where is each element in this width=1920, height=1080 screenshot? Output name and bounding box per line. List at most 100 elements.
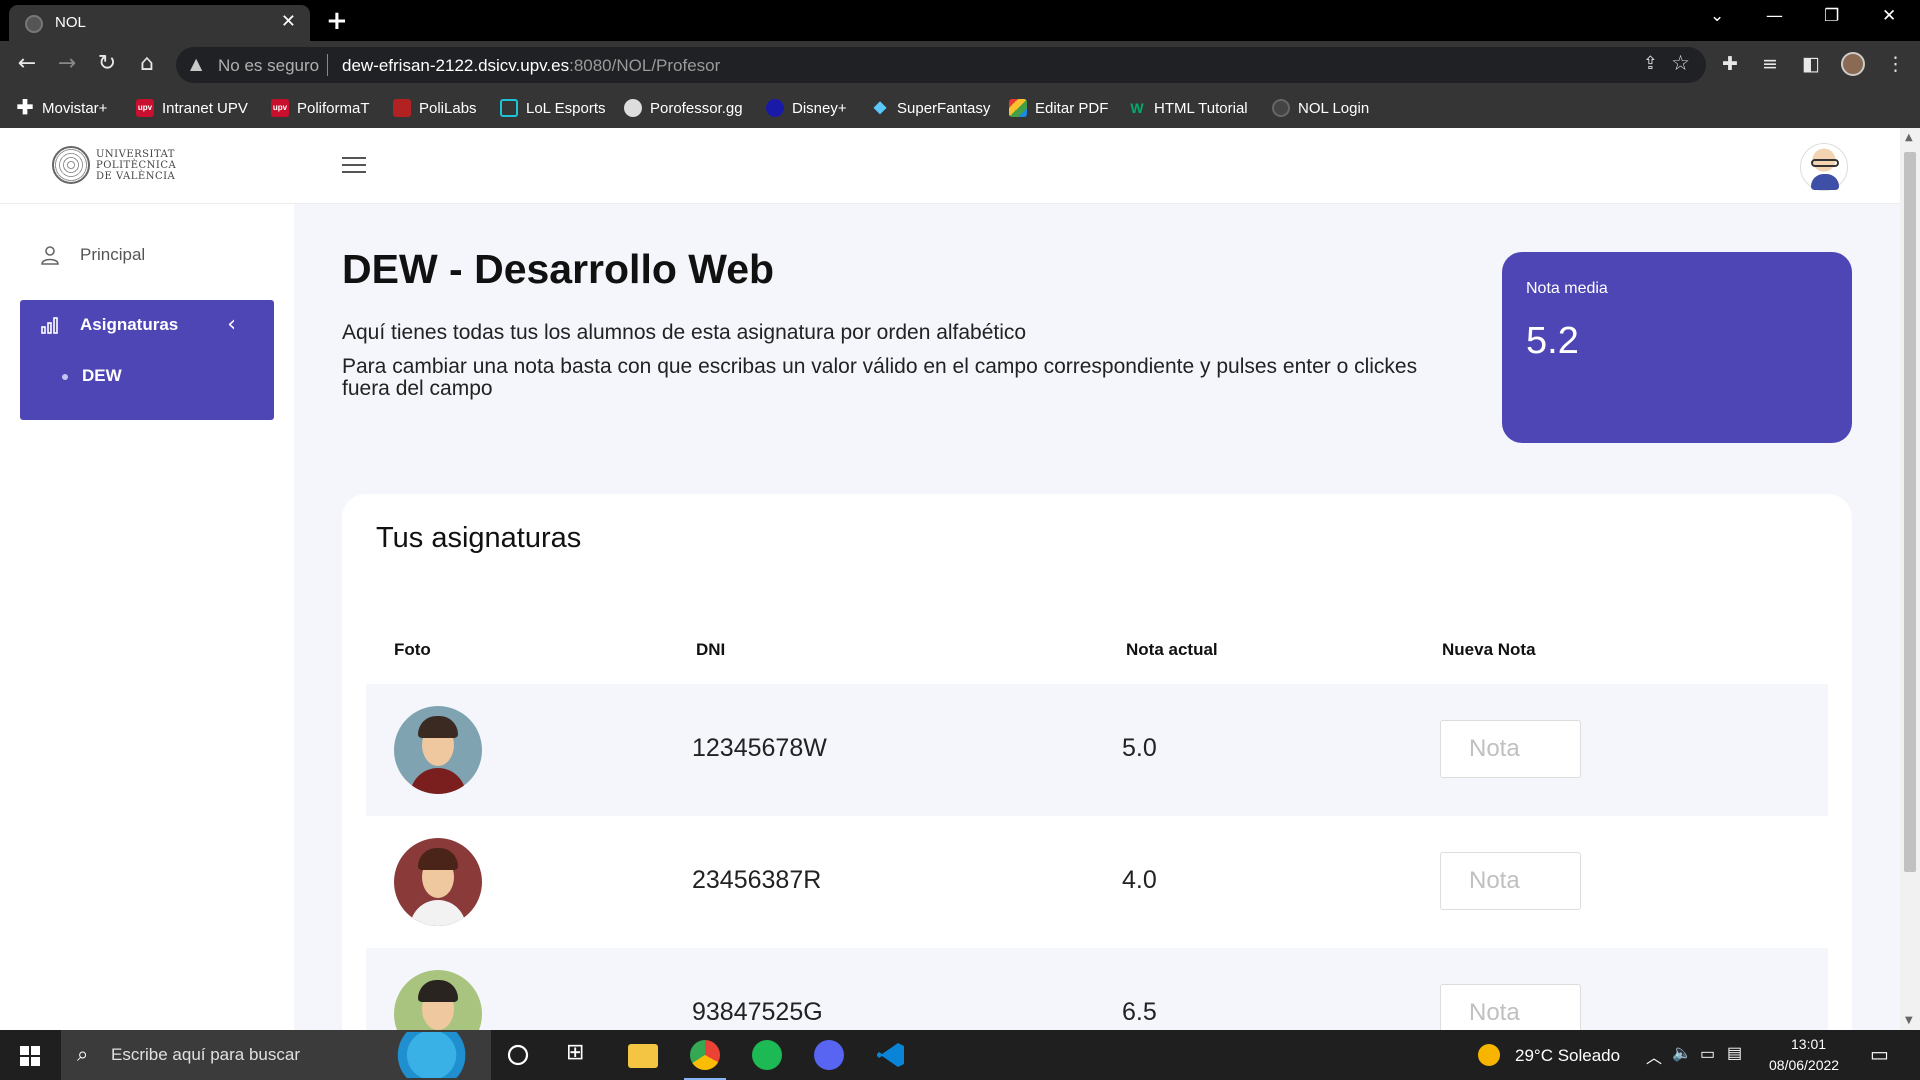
vscode-icon[interactable] xyxy=(876,1040,906,1070)
reload-icon[interactable]: ↻ xyxy=(93,50,121,78)
new-tab-button[interactable]: + xyxy=(326,6,348,36)
network-icon[interactable]: ▤ xyxy=(1727,1043,1742,1063)
bookmark-star-icon[interactable]: ☆ xyxy=(1671,51,1690,75)
bookmark-label: Disney+ xyxy=(792,99,847,117)
back-icon[interactable]: ← xyxy=(13,50,41,78)
bookmark-item[interactable]: LoL Esports xyxy=(500,97,606,119)
avatar-torso xyxy=(410,768,466,794)
bookmark-item[interactable]: Disney+ xyxy=(766,97,847,119)
nol-favicon-icon xyxy=(25,15,43,33)
bookmark-label: Editar PDF xyxy=(1035,99,1109,117)
tray-chevron-icon[interactable]: ︿ xyxy=(1646,1044,1662,1068)
avatar-hair xyxy=(418,980,458,1002)
notifications-icon[interactable]: ▭ xyxy=(1870,1042,1889,1067)
lol-icon xyxy=(500,99,518,117)
description-line: Para cambiar una nota basta con que escr… xyxy=(342,355,1418,400)
user-avatar[interactable] xyxy=(1800,143,1848,191)
column-header: DNI xyxy=(696,640,726,659)
polilabs-icon xyxy=(393,99,411,117)
spotify-icon[interactable] xyxy=(752,1040,782,1070)
nueva-nota-input[interactable] xyxy=(1440,852,1581,910)
avatar-body xyxy=(1811,174,1839,190)
url-text[interactable]: dew-efrisan-2122.dsicv.upv.es:8080/NOL/P… xyxy=(342,56,720,76)
pdf-icon xyxy=(1009,99,1027,117)
bookmark-label: Intranet UPV xyxy=(162,99,248,117)
app-header: UNIVERSITAT POLITÈCNICA DE VALÈNCIA xyxy=(0,128,1900,204)
warning-icon[interactable]: ▲ xyxy=(190,54,202,73)
home-icon[interactable]: ⌂ xyxy=(133,50,161,78)
close-tab-icon[interactable]: ✕ xyxy=(281,11,296,32)
upv-icon: upv xyxy=(136,99,154,117)
extensions-icon[interactable]: ✚ xyxy=(1722,53,1738,75)
logo-line: DE VALÈNCIA xyxy=(96,170,176,182)
bookmark-label: Movistar+ xyxy=(42,99,108,117)
restore-button[interactable]: ❐ xyxy=(1824,6,1839,26)
bookmark-item[interactable]: NOL Login xyxy=(1272,97,1369,119)
nota-media-value: 5.2 xyxy=(1526,320,1579,362)
sidebar-item-label: Asignaturas xyxy=(80,315,179,334)
minimize-button[interactable]: — xyxy=(1766,6,1783,26)
student-photo xyxy=(394,706,482,794)
bookmark-item[interactable]: W HTML Tutorial xyxy=(1128,97,1247,119)
task-view-icon[interactable]: ⊞ xyxy=(566,1040,596,1070)
page-scrollbar[interactable]: ▲ ▼ xyxy=(1900,128,1920,1030)
volume-icon[interactable]: 🔈 xyxy=(1672,1043,1692,1063)
dni-cell: 23456387R xyxy=(692,866,822,894)
dni-cell: 93847525G xyxy=(692,998,823,1026)
table-title: Tus asignaturas xyxy=(376,522,582,554)
bookmark-item[interactable]: PoliLabs xyxy=(393,97,477,119)
column-header: Nota actual xyxy=(1126,640,1218,659)
w3-icon: W xyxy=(1130,100,1144,116)
hamburger-menu-icon[interactable] xyxy=(342,157,366,175)
sun-icon[interactable] xyxy=(1478,1044,1500,1066)
windows-start-icon[interactable] xyxy=(20,1046,40,1066)
side-panel-icon[interactable]: ◧ xyxy=(1802,53,1820,75)
clock-time[interactable]: 13:01 xyxy=(1791,1036,1826,1052)
share-icon[interactable]: ⇪ xyxy=(1643,53,1658,74)
security-label[interactable]: No es seguro xyxy=(218,56,319,76)
bookmark-item[interactable]: Porofessor.gg xyxy=(624,97,743,119)
web-page: UNIVERSITAT POLITÈCNICA DE VALÈNCIA Prin… xyxy=(0,128,1900,1030)
nueva-nota-input[interactable] xyxy=(1440,720,1581,778)
forward-icon[interactable]: → xyxy=(53,50,81,78)
address-bar[interactable]: ▲ No es seguro dew-efrisan-2122.dsicv.up… xyxy=(176,47,1706,83)
sidebar-item-principal[interactable]: Principal xyxy=(20,230,274,280)
weather-text[interactable]: 29°C Soleado xyxy=(1515,1046,1620,1066)
chevron-left-icon[interactable]: ‹ xyxy=(227,312,236,337)
bookmark-item[interactable]: upv Intranet UPV xyxy=(136,97,248,119)
profile-avatar[interactable] xyxy=(1841,52,1865,76)
bookmark-item[interactable]: upv PoliformaT xyxy=(271,97,370,119)
chrome-icon[interactable] xyxy=(684,1040,726,1080)
sidebar-subitem-dew[interactable]: DEW xyxy=(62,366,122,386)
upv-logo[interactable]: UNIVERSITAT POLITÈCNICA DE VALÈNCIA xyxy=(52,146,176,184)
scroll-down-icon[interactable]: ▼ xyxy=(1905,1015,1913,1026)
avatar-hair xyxy=(418,716,458,738)
tab-title: NOL xyxy=(55,14,86,31)
bookmark-item[interactable]: ◆ SuperFantasy xyxy=(871,97,991,119)
taskbar-search[interactable]: ⌕ Escribe aquí para buscar xyxy=(61,1030,491,1080)
student-photo xyxy=(394,970,482,1030)
avatar-torso xyxy=(410,900,466,926)
discord-icon[interactable] xyxy=(814,1040,844,1070)
menu-kebab-icon[interactable]: ⋮ xyxy=(1886,53,1905,75)
clock-date[interactable]: 08/06/2022 xyxy=(1769,1057,1839,1073)
nota-actual-cell: 5.0 xyxy=(1122,734,1157,762)
tab-nol[interactable]: NOL ✕ xyxy=(9,5,310,41)
nueva-nota-input[interactable] xyxy=(1440,984,1581,1030)
bookmark-item[interactable]: Editar PDF xyxy=(1009,97,1108,119)
browser-tabstrip: NOL ✕ + ⌄ — ❐ ✕ xyxy=(0,0,1920,41)
bookmark-item[interactable]: ✚ Movistar+ xyxy=(16,97,108,119)
battery-icon[interactable]: ▭ xyxy=(1700,1044,1715,1064)
student-photo xyxy=(394,838,482,926)
table-row: 93847525G 6.5 xyxy=(366,948,1828,1030)
scroll-up-icon[interactable]: ▲ xyxy=(1905,132,1913,143)
disney-icon xyxy=(766,99,784,117)
close-window-button[interactable]: ✕ xyxy=(1882,6,1896,26)
file-explorer-icon[interactable] xyxy=(628,1044,658,1068)
media-control-icon[interactable]: ≡ xyxy=(1762,53,1778,75)
tab-search-chevron-icon[interactable]: ⌄ xyxy=(1710,6,1724,26)
sidebar-item-asignaturas[interactable]: Asignaturas ‹ xyxy=(20,300,274,350)
scrollbar-thumb[interactable] xyxy=(1904,152,1916,872)
bar-chart-icon xyxy=(41,317,58,334)
cortana-icon[interactable] xyxy=(505,1042,535,1072)
